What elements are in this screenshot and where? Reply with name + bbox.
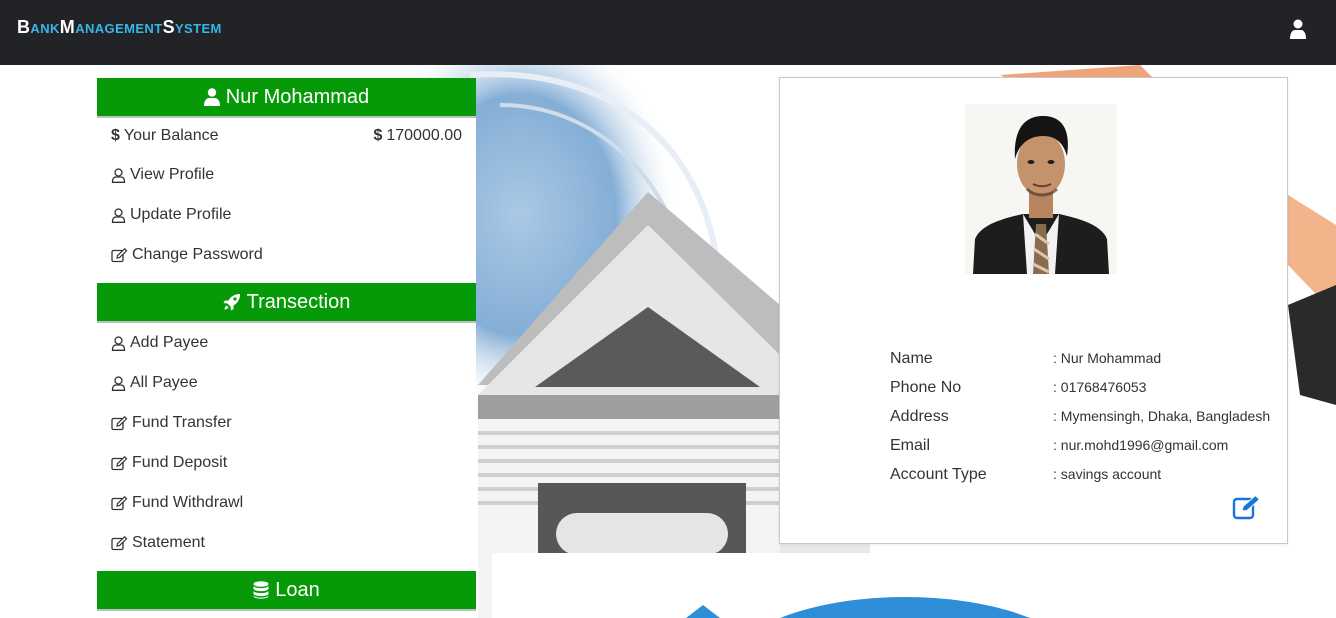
- sidebar-item-fund-deposit[interactable]: Fund Deposit: [97, 443, 476, 483]
- dollar-icon: $: [373, 126, 383, 144]
- sidebar-item-update-profile[interactable]: Update Profile: [97, 195, 476, 235]
- top-navbar: BankManagementSystem: [0, 0, 1336, 65]
- sidebar-item-all-payee[interactable]: All Payee: [97, 363, 476, 403]
- database-icon: [253, 581, 269, 599]
- info-label: Phone No: [890, 379, 962, 396]
- sidebar-item-fund-transfer[interactable]: Fund Transfer: [97, 403, 476, 443]
- user-icon: [203, 88, 220, 106]
- info-value: : nur.mohd1996@gmail.com: [1053, 437, 1229, 453]
- info-label: Email: [890, 437, 931, 454]
- brand-logo[interactable]: BankManagementSystem: [17, 17, 222, 38]
- info-value: : Nur Mohammad: [1053, 350, 1162, 366]
- user-name-header: Nur Mohammad: [97, 78, 476, 118]
- dollar-icon: $: [111, 126, 120, 144]
- user-name: Nur Mohammad: [225, 85, 370, 108]
- sidebar-item-label: Change Password: [132, 246, 263, 263]
- sidebar-item-label: Add Payee: [130, 334, 209, 351]
- info-row-email: Email : nur.mohd1996@gmail.com: [890, 435, 1280, 464]
- edit-icon: [111, 495, 128, 510]
- user-icon[interactable]: [1290, 19, 1306, 39]
- sidebar-item-view-profile[interactable]: View Profile: [97, 155, 476, 195]
- balance-row: $ Your Balance $170000.00: [97, 118, 476, 153]
- info-row-account-type: Account Type : savings account: [890, 464, 1280, 493]
- loan-header[interactable]: Loan: [97, 571, 476, 611]
- info-value: : 01768476053: [1053, 379, 1147, 395]
- sidebar-item-label: All Payee: [130, 374, 198, 391]
- sidebar-item-add-payee[interactable]: Add Payee: [97, 323, 476, 363]
- sidebar-item-change-password[interactable]: Change Password: [97, 235, 476, 275]
- loan-title: Loan: [275, 578, 320, 601]
- edit-icon: [111, 247, 128, 262]
- user-outline-icon: [111, 375, 126, 391]
- rocket-icon: [223, 294, 240, 311]
- sidebar: Nur Mohammad $ Your Balance $170000.00 Vi…: [97, 78, 476, 618]
- balance-value-wrap: $170000.00: [373, 127, 462, 145]
- info-label: Address: [890, 408, 949, 425]
- sidebar-item-label: Update Profile: [130, 206, 232, 223]
- edit-profile-button[interactable]: [1232, 494, 1262, 520]
- info-value: : savings account: [1053, 466, 1162, 482]
- info-row-address: Address : Mymensingh, Dhaka, Bangladesh: [890, 406, 1280, 435]
- edit-icon: [111, 535, 128, 550]
- sidebar-item-label: Fund Deposit: [132, 454, 228, 471]
- profile-info: Name : Nur Mohammad Phone No : 017684760…: [890, 348, 1280, 493]
- info-row-name: Name : Nur Mohammad: [890, 348, 1280, 377]
- balance-label: Your Balance: [123, 126, 219, 144]
- user-outline-icon: [111, 167, 126, 183]
- info-label: Name: [890, 350, 933, 367]
- info-value: : Mymensingh, Dhaka, Bangladesh: [1053, 408, 1271, 424]
- edit-icon: [111, 455, 128, 470]
- sidebar-item-label: View Profile: [130, 166, 215, 183]
- balance-label-wrap: $ Your Balance: [111, 127, 219, 145]
- balance-value: 170000.00: [386, 126, 462, 144]
- sidebar-item-label: Fund Transfer: [132, 414, 232, 431]
- profile-photo: [965, 104, 1117, 274]
- transaction-title: Transection: [246, 290, 351, 313]
- transaction-header: Transection: [97, 283, 476, 323]
- info-label: Account Type: [890, 466, 987, 483]
- user-outline-icon: [111, 335, 126, 351]
- sidebar-item-fund-withdrawl[interactable]: Fund Withdrawl: [97, 483, 476, 523]
- sidebar-item-statement[interactable]: Statement: [97, 523, 476, 563]
- sidebar-item-label: Statement: [132, 534, 205, 551]
- user-outline-icon: [111, 207, 126, 223]
- profile-card: Name : Nur Mohammad Phone No : 017684760…: [779, 77, 1288, 544]
- edit-icon: [111, 415, 128, 430]
- sidebar-item-label: Fund Withdrawl: [132, 494, 244, 511]
- info-row-phone: Phone No : 01768476053: [890, 377, 1280, 406]
